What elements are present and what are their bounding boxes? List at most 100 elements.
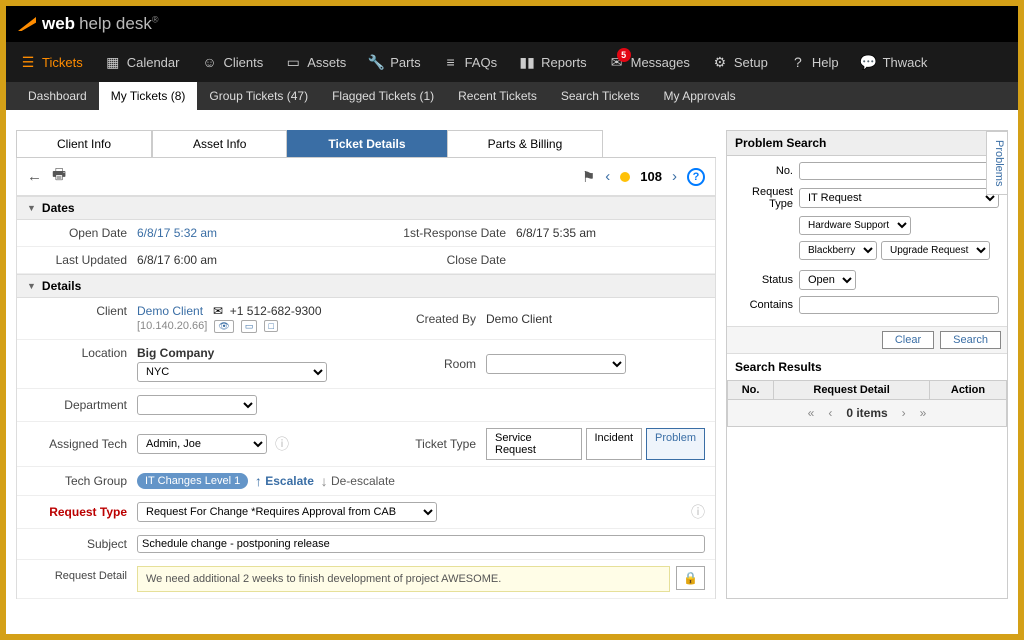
faq-icon: ≡ [443, 54, 459, 70]
nav-clients[interactable]: ☺Clients [201, 54, 263, 70]
open-date-label: Open Date [27, 226, 137, 240]
nav-label: Calendar [127, 55, 180, 70]
detail-tabs: Client Info Asset Info Ticket Details Pa… [16, 130, 716, 158]
messages-badge: 5 [617, 48, 631, 62]
nav-label: Clients [223, 55, 263, 70]
subnav-approvals[interactable]: My Approvals [652, 82, 748, 110]
collapse-icon: ▼ [27, 203, 36, 213]
request-detail-label: Request Detail [27, 566, 137, 582]
flag-icon[interactable]: ⚑ [582, 168, 595, 186]
help-button[interactable]: ? [687, 168, 705, 186]
problems-side-tab[interactable]: Problems [986, 131, 1008, 195]
subject-input[interactable] [137, 535, 705, 553]
problem-search-panel: Problems Problem Search No. Request Type… [726, 130, 1008, 599]
nav-reports[interactable]: ▮▮Reports [519, 54, 587, 70]
location-value: Big Company [137, 346, 327, 360]
type-service-request[interactable]: Service Request [486, 428, 582, 460]
created-by-value: Demo Client [486, 312, 552, 326]
ps-chain2-select[interactable]: Blackberry [799, 241, 877, 260]
request-type-select[interactable]: Request For Change *Requires Approval fr… [137, 502, 437, 522]
nav-tickets[interactable]: ☰Tickets [20, 54, 83, 70]
info-icon[interactable]: ⓘ [275, 434, 289, 454]
calendar-icon: ▦ [105, 54, 121, 70]
subnav-flagged[interactable]: Flagged Tickets (1) [320, 82, 446, 110]
subnav-group-tickets[interactable]: Group Tickets (47) [197, 82, 320, 110]
nav-messages[interactable]: ✉5Messages [609, 54, 690, 70]
brand-light: help desk [79, 14, 152, 33]
lock-icon: 🔒 [683, 571, 698, 585]
pager-first[interactable]: « [808, 406, 815, 420]
ps-no-input[interactable] [799, 162, 999, 180]
escalate-link[interactable]: Escalate [265, 474, 314, 488]
nav-label: Tickets [42, 55, 83, 70]
ticket-number: 108 [640, 169, 662, 184]
pager-last[interactable]: » [920, 406, 927, 420]
main-panel: Client Info Asset Info Ticket Details Pa… [16, 130, 716, 599]
section-label: Details [42, 279, 81, 293]
nav-thwack[interactable]: 💬Thwack [861, 54, 928, 70]
search-button[interactable]: Search [940, 331, 1001, 349]
col-detail[interactable]: Request Detail [774, 381, 930, 400]
nav-help[interactable]: ?Help [790, 54, 839, 70]
section-dates[interactable]: ▼Dates [16, 196, 716, 220]
status-dot-icon [620, 172, 630, 182]
department-select[interactable] [137, 395, 257, 415]
room-select[interactable] [486, 354, 626, 374]
back-button[interactable]: ← [27, 168, 42, 185]
ps-chain1-select[interactable]: Hardware Support [799, 216, 911, 235]
ps-rtype-label: Request Type [735, 186, 793, 210]
subnav-recent[interactable]: Recent Tickets [446, 82, 549, 110]
pager-prev[interactable]: ‹ [828, 406, 832, 420]
ps-chain3-select[interactable]: Upgrade Request [881, 241, 990, 260]
client-label: Client [27, 304, 137, 318]
tab-asset-info[interactable]: Asset Info [152, 130, 287, 157]
tab-ticket-details[interactable]: Ticket Details [287, 130, 446, 157]
clear-button[interactable]: Clear [882, 331, 934, 349]
col-no[interactable]: No. [728, 381, 774, 400]
type-problem[interactable]: Problem [646, 428, 705, 460]
deescalate-link[interactable]: De-escalate [331, 474, 395, 488]
col-action[interactable]: Action [929, 381, 1006, 400]
request-detail-box[interactable]: We need additional 2 weeks to finish dev… [137, 566, 670, 592]
info-icon[interactable]: ⓘ [691, 502, 705, 522]
section-details[interactable]: ▼Details [16, 274, 716, 298]
nav-faqs[interactable]: ≡FAQs [443, 54, 498, 70]
next-ticket[interactable]: › [672, 168, 677, 185]
open-date-value: 6/8/17 5:32 am [137, 226, 217, 240]
help-icon: ? [790, 54, 806, 70]
top-bar: webhelp desk® [6, 6, 1018, 42]
client-value[interactable]: Demo Client [137, 304, 203, 318]
brand-logo: webhelp desk® [18, 14, 158, 34]
assigned-tech-label: Assigned Tech [27, 437, 137, 451]
arrow-down-icon: ↓ [321, 473, 328, 489]
nav-setup[interactable]: ⚙Setup [712, 54, 768, 70]
pager-next[interactable]: › [902, 406, 906, 420]
tab-client-info[interactable]: Client Info [16, 130, 152, 157]
screen-icon[interactable]: □ [264, 320, 277, 332]
lock-button[interactable]: 🔒 [676, 566, 705, 590]
nav-calendar[interactable]: ▦ Calendar [105, 54, 180, 70]
ps-contains-label: Contains [735, 299, 793, 311]
subnav-search[interactable]: Search Tickets [549, 82, 652, 110]
location-select[interactable]: NYC [137, 362, 327, 382]
prev-ticket[interactable]: ‹ [605, 168, 610, 185]
ps-status-select[interactable]: Open [799, 270, 856, 290]
type-incident[interactable]: Incident [586, 428, 643, 460]
subnav-my-tickets[interactable]: My Tickets (8) [99, 82, 198, 110]
client-ip: [10.140.20.66] [137, 320, 207, 332]
ps-rtype-select[interactable]: IT Request [799, 188, 999, 208]
ps-contains-input[interactable] [799, 296, 999, 314]
assigned-tech-select[interactable]: Admin, Joe [137, 434, 267, 454]
subnav-dashboard[interactable]: Dashboard [16, 82, 99, 110]
tab-parts-billing[interactable]: Parts & Billing [447, 130, 604, 157]
card-icon[interactable]: ▭ [241, 320, 258, 333]
first-response-label: 1st-Response Date [376, 226, 516, 240]
mail-icon[interactable]: ✉ [213, 304, 223, 318]
view-icon[interactable]: 👁 [214, 320, 233, 333]
chart-icon: ▮▮ [519, 54, 535, 70]
room-label: Room [376, 357, 486, 371]
nav-label: Messages [631, 55, 690, 70]
nav-assets[interactable]: ▭Assets [285, 54, 346, 70]
nav-parts[interactable]: 🔧Parts [368, 54, 420, 70]
print-button[interactable]: 🖶 [52, 164, 66, 189]
